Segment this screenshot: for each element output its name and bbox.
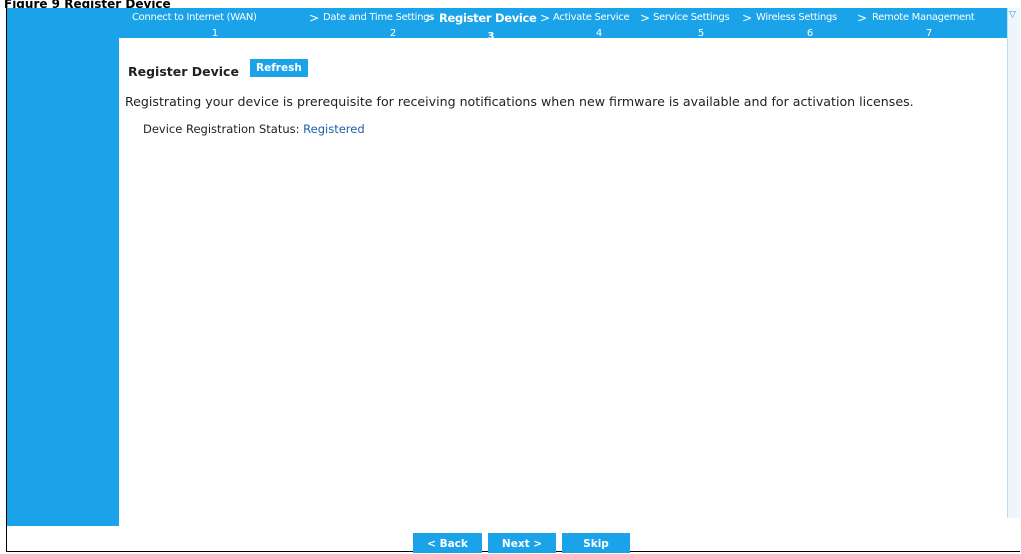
wizard-step-number: 1 [200, 26, 230, 38]
wizard-step-number: 4 [584, 26, 614, 38]
wizard-step-number: 3 [476, 29, 506, 38]
wizard-step-activate-service[interactable]: Activate Service 4 [553, 8, 653, 38]
status-value: Registered [303, 122, 365, 136]
sidebar [7, 8, 119, 526]
wizard-steps-bar: Connect to Internet (WAN) 1 > Date and T… [119, 8, 1019, 38]
chevron-right-icon: > [309, 11, 320, 25]
wizard-step-register-device[interactable]: Register Device 3 [439, 8, 549, 38]
wizard-step-remote-management[interactable]: Remote Management 7 [872, 8, 1012, 38]
skip-button[interactable]: Skip [562, 533, 630, 553]
next-button[interactable]: Next > [488, 533, 556, 553]
wizard-step-label: Register Device [439, 11, 537, 25]
filter-icon[interactable]: ▽ [1009, 10, 1017, 19]
back-button[interactable]: < Back [413, 533, 482, 553]
wizard-step-connect-wan[interactable]: Connect to Internet (WAN) 1 [132, 8, 304, 38]
wizard-step-label: Remote Management [872, 12, 975, 23]
right-scrollbar[interactable] [1007, 8, 1020, 518]
wizard-step-number: 5 [686, 26, 716, 38]
intro-text: Registrating your device is prerequisite… [125, 94, 914, 109]
chevron-right-icon: > [640, 11, 651, 25]
figure-title: Figure 9 Register Device [4, 0, 171, 8]
wizard-step-wireless-settings[interactable]: Wireless Settings 6 [756, 8, 856, 38]
wizard-step-label: Connect to Internet (WAN) [132, 12, 257, 23]
chevron-right-icon: > [742, 11, 753, 25]
wizard-step-service-settings[interactable]: Service Settings 5 [653, 8, 753, 38]
wizard-step-number: 2 [378, 26, 408, 38]
wizard-step-number: 6 [795, 26, 825, 38]
wizard-step-label: Date and Time Settings [323, 12, 435, 23]
registration-status-row: Device Registration Status: Registered [143, 122, 365, 136]
status-label: Device Registration Status: [143, 122, 300, 136]
wizard-step-number: 7 [914, 26, 944, 38]
chevron-right-icon: > [540, 11, 551, 25]
wizard-step-label: Activate Service [553, 12, 630, 23]
wizard-step-label: Service Settings [653, 12, 730, 23]
refresh-button[interactable]: Refresh [250, 59, 308, 77]
chevron-right-icon: > [857, 11, 868, 25]
chevron-right-icon: > [425, 11, 436, 25]
wizard-step-label: Wireless Settings [756, 12, 837, 23]
main-content: Register Device Refresh Registrating you… [119, 38, 1007, 526]
page-title: Register Device [128, 64, 239, 79]
